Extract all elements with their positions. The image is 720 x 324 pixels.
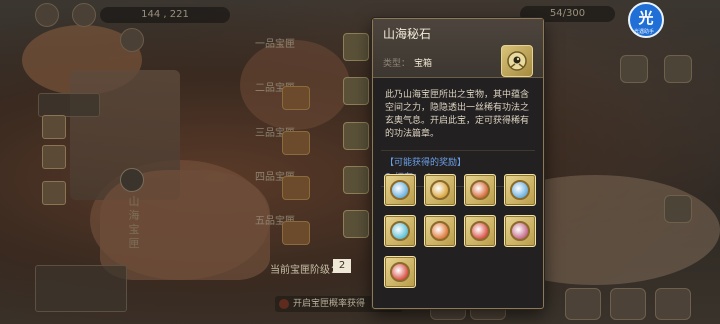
skill-scroll-icon xyxy=(510,180,530,200)
chest-icon xyxy=(343,166,369,194)
item-description: 此乃山海宝匣所出之宝物，其中蕴含空间之力，隐隐透出一丝稀有功法之玄奥气息。开启此… xyxy=(385,90,530,139)
avatar-icon[interactable] xyxy=(35,3,59,27)
modal-header: 山海秘石 类型： 宝箱 xyxy=(373,19,543,78)
help-icon[interactable] xyxy=(120,168,144,192)
menu-button[interactable] xyxy=(664,195,692,223)
skill-scroll-icon xyxy=(470,180,490,200)
skill-scroll-icon xyxy=(390,221,410,241)
skill-scroll-icon xyxy=(430,180,450,200)
item-type-value: 宝箱 xyxy=(414,59,433,69)
item-type: 类型： 宝箱 xyxy=(383,56,432,69)
reward-item-icon[interactable] xyxy=(424,174,456,206)
chest-icon xyxy=(343,210,369,238)
chest-row[interactable]: 二品宝匣 xyxy=(255,77,370,107)
logo-caption: 光遇助手 xyxy=(633,29,654,35)
coordinate-readout: 144 , 221 xyxy=(100,7,230,23)
skill-scroll-icon xyxy=(390,262,410,282)
logo-char: 光 xyxy=(638,9,654,27)
menu-button[interactable] xyxy=(664,55,692,83)
skill-scroll-icon xyxy=(390,180,410,200)
bottom-menu-button[interactable] xyxy=(565,288,601,320)
chest-icon xyxy=(282,176,310,200)
bottom-menu-button[interactable] xyxy=(610,288,646,320)
reward-item-icon[interactable] xyxy=(384,174,416,206)
stage-value: 2 xyxy=(333,259,351,273)
divider xyxy=(381,150,535,151)
chest-icon xyxy=(282,221,310,245)
reward-item-icon[interactable] xyxy=(464,215,496,247)
stage-label: 当前宝匣阶级： xyxy=(270,265,340,276)
rewards-heading: 【可能获得的奖励】 xyxy=(385,158,467,168)
log-panel xyxy=(35,265,127,312)
menu-button[interactable] xyxy=(620,55,648,83)
reward-item-icon[interactable] xyxy=(384,215,416,247)
reward-item-icon[interactable] xyxy=(384,256,416,288)
chest-icon xyxy=(343,33,369,61)
map-icon[interactable] xyxy=(72,3,96,27)
skill-scroll-icon xyxy=(430,221,450,241)
chest-row[interactable]: 三品宝匣 xyxy=(255,122,370,152)
item-title: 山海秘石 xyxy=(383,27,432,41)
bottom-menu-button[interactable] xyxy=(655,288,691,320)
left-slot[interactable] xyxy=(42,115,66,139)
item-detail-modal: 山海秘石 类型： 宝箱 此乃山海宝匣所出之宝物，其中蕴含空间之力，隐隐透出一丝稀有… xyxy=(372,18,544,309)
side-title: 山海宝匣 xyxy=(128,195,140,250)
game-scene-background: 144 , 221 54/300 光 光遇助手 一品宝匣 二品宝匣 三品宝匣 四… xyxy=(0,0,720,324)
top-bar: 144 , 221 54/300 光 光遇助手 xyxy=(0,0,720,38)
reward-item-icon[interactable] xyxy=(504,215,536,247)
skill-scroll-icon xyxy=(470,221,490,241)
skill-scroll-icon xyxy=(510,221,530,241)
chest-icon xyxy=(282,86,310,110)
left-slot[interactable] xyxy=(42,181,66,205)
chest-icon xyxy=(282,131,310,155)
reward-item-icon[interactable] xyxy=(424,215,456,247)
chest-row[interactable]: 五品宝匣 xyxy=(255,210,370,240)
left-slot[interactable] xyxy=(42,145,66,169)
chest-row[interactable]: 四品宝匣 xyxy=(255,166,370,196)
chest-key-icon xyxy=(501,45,533,77)
reward-item-icon[interactable] xyxy=(504,174,536,206)
close-icon[interactable] xyxy=(120,28,144,52)
chest-label: 一品宝匣 xyxy=(255,39,295,50)
left-tab[interactable] xyxy=(38,93,100,117)
item-type-key: 类型： xyxy=(383,59,411,69)
chest-icon xyxy=(343,77,369,105)
chest-row[interactable]: 一品宝匣 xyxy=(255,33,370,63)
chest-icon xyxy=(343,122,369,150)
reward-item-icon[interactable] xyxy=(464,174,496,206)
